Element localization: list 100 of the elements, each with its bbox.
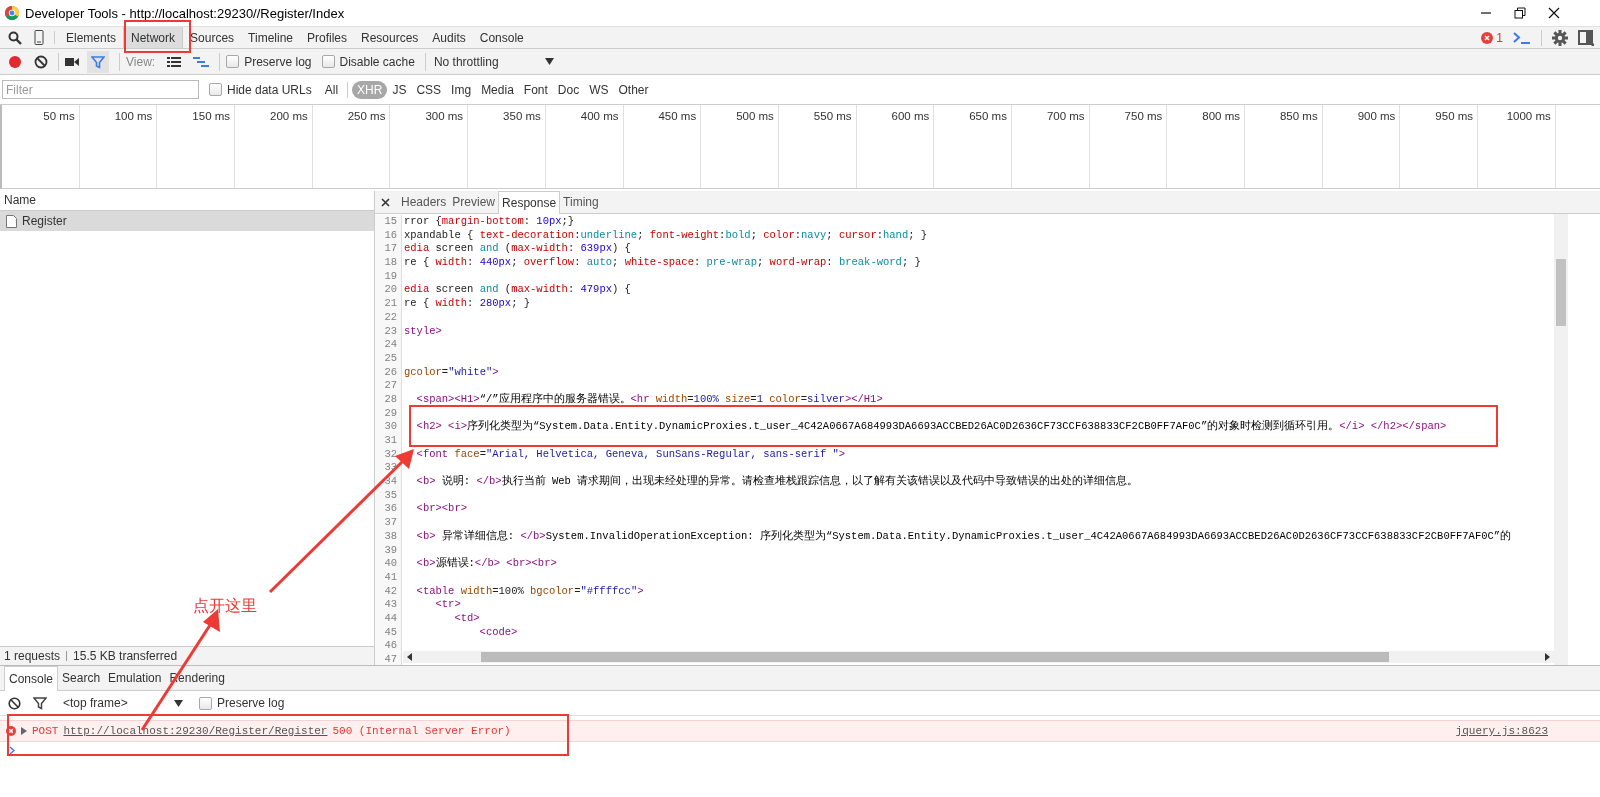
vertical-scrollbar[interactable] — [1554, 214, 1568, 665]
timeline-tick: 250 ms — [312, 105, 391, 188]
request-name: Register — [22, 214, 67, 228]
line-number: 27 — [375, 379, 402, 393]
timeline-tick: 700 ms — [1011, 105, 1090, 188]
clear-icon[interactable] — [34, 54, 48, 69]
tab[interactable]: Preview — [449, 191, 499, 213]
close-icon[interactable] — [1548, 7, 1560, 19]
timeline-tick: 450 ms — [623, 105, 702, 188]
timeline-tick: 400 ms — [545, 105, 624, 188]
chrome-logo-icon — [5, 6, 19, 20]
type-filter[interactable]: Other — [613, 80, 654, 99]
type-filter[interactable]: Media — [476, 80, 519, 99]
context-select[interactable]: <top frame> — [59, 696, 187, 710]
tab[interactable]: Timeline — [241, 27, 300, 48]
dropdown-caret-icon — [544, 58, 554, 65]
type-filter[interactable]: Doc — [552, 80, 585, 99]
timeline-tick: 750 ms — [1089, 105, 1168, 188]
type-filter[interactable]: Img — [446, 80, 477, 99]
checkbox-label: Hide data URLs — [227, 82, 312, 97]
line-number: 18 — [375, 256, 402, 270]
code-line: <b> 说明: </b>执行当前 Web 请求期间，出现未经处理的异常。请检查堆栈跟踪信息，以了解有关该错误以及代码中导致错误的出处的详细信息。 — [415, 475, 1139, 489]
filter-icon[interactable] — [33, 696, 47, 710]
request-count: 1 requests — [4, 649, 61, 663]
timeline-tick: 500 ms — [701, 105, 779, 188]
tab[interactable]: Network — [123, 27, 184, 48]
code-line: xpandable { text-decoration:underline; font-weight:bold; color:navy; cursor:hand; } — [403, 228, 928, 243]
phone-icon[interactable] — [34, 30, 44, 45]
expand-arrow-icon[interactable] — [21, 727, 27, 735]
tab[interactable]: Resources — [354, 27, 426, 48]
line-number: 46 — [375, 639, 402, 653]
code-line: <font face="Arial, Helvetica, Geneva, SunSans-Regular, sans-serif "> — [415, 447, 846, 462]
prompt-chevron-icon[interactable] — [9, 745, 15, 755]
code-line: edia screen and (max-width: 479px) { — [403, 283, 631, 298]
tab[interactable]: Console — [4, 666, 59, 691]
throttling-select[interactable]: No throttling — [424, 52, 560, 71]
dock-side-icon[interactable] — [1578, 29, 1594, 46]
code-line: re { width: 440px; overflow: auto; white-space: pre-wrap; word-wrap: break-word; } — [403, 256, 921, 270]
timeline-tick: 150 ms — [157, 105, 236, 188]
code-line: <td> — [453, 611, 480, 626]
horizontal-scrollbar[interactable] — [403, 651, 1554, 663]
highlight-box — [124, 20, 191, 53]
list-view-icon[interactable] — [167, 55, 182, 68]
scroll-left-icon[interactable] — [407, 653, 412, 661]
checkbox[interactable] — [321, 55, 335, 68]
restore-icon[interactable] — [1514, 7, 1526, 19]
timeline-tick: 600 ms — [856, 105, 935, 188]
line-number: 15 — [375, 215, 402, 229]
view-label: View: — [126, 54, 156, 69]
checkbox[interactable] — [226, 55, 240, 68]
checkbox-label: Preserve log — [244, 54, 312, 69]
video-camera-icon[interactable] — [65, 56, 79, 67]
code-line: <span><H1>“/”应用程序中的服务器错误。<hr width=100% size=1 color=silver></H1> — [415, 392, 883, 407]
type-filter[interactable]: CSS — [411, 80, 447, 99]
line-number: 31 — [375, 434, 402, 448]
request-url-link[interactable]: http://localhost:29230/Register/Register — [63, 725, 328, 737]
code-line: re { width: 280px; } — [403, 297, 531, 311]
timeline-tick: 100 ms — [79, 105, 158, 188]
type-filter[interactable]: Font — [518, 80, 553, 99]
timeline-tick: 850 ms — [1245, 105, 1323, 188]
checkbox[interactable] — [209, 83, 222, 96]
tab[interactable]: Response — [498, 191, 561, 214]
tab[interactable]: Headers — [398, 191, 450, 213]
tab[interactable]: Profiles — [300, 27, 354, 48]
type-filter[interactable]: WS — [584, 80, 614, 99]
dropdown-caret-icon — [174, 699, 183, 707]
code-line: <tr> — [434, 598, 461, 612]
scroll-right-icon[interactable] — [1545, 653, 1550, 661]
document-icon — [6, 214, 17, 228]
tab[interactable]: Elements — [59, 27, 124, 48]
line-number: 40 — [375, 557, 402, 571]
window-title: Developer Tools - http://localhost:29230//Register/Index — [25, 5, 345, 21]
line-number: 20 — [375, 283, 402, 298]
code-line: gcolor="white"> — [403, 365, 499, 380]
line-number: 30 — [375, 420, 402, 434]
timeline-tick: 550 ms — [778, 105, 857, 188]
code-line: <code> — [478, 625, 518, 640]
tab[interactable]: Search — [58, 666, 105, 690]
clear-icon[interactable] — [8, 696, 21, 710]
tab[interactable]: Emulation — [104, 666, 166, 690]
tab[interactable]: Timing — [560, 191, 602, 213]
tab[interactable]: Sources — [183, 27, 242, 48]
timeline-tick: 300 ms — [390, 105, 469, 188]
settings-icon[interactable] — [1552, 29, 1568, 46]
code-line: <b> 异常详细信息: </b>System.InvalidOperationException: 序列化类型为“System.Data.Entity.DynamicProxies.t_user_4C42A0667A684993DA6693ACCBED26AC0D2636CF73CCF638833CF2CB0FF7AF0C”的 — [415, 529, 1512, 544]
tab[interactable]: Audits — [425, 27, 473, 48]
source-link[interactable]: jquery.js:8623 — [1455, 725, 1548, 737]
tab[interactable]: Console — [472, 27, 531, 48]
filter-input[interactable]: Filter — [2, 80, 199, 99]
error-counter[interactable]: 1 — [1481, 30, 1503, 45]
request-row[interactable]: Register — [0, 211, 374, 231]
console-prompt-icon[interactable] — [1513, 30, 1531, 45]
record-icon[interactable] — [8, 54, 22, 69]
type-filter[interactable]: JS — [387, 80, 412, 99]
line-number: 37 — [375, 516, 402, 530]
waterfall-view-icon[interactable] — [193, 55, 210, 68]
close-icon[interactable] — [381, 197, 390, 207]
search-icon[interactable] — [8, 30, 22, 45]
type-filter[interactable]: All — [319, 80, 344, 99]
checkbox[interactable] — [199, 696, 212, 710]
